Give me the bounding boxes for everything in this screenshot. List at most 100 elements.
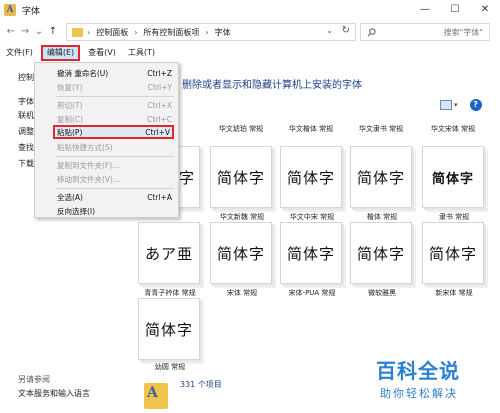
search-input[interactable]: 搜索"字体" xyxy=(360,23,490,41)
menu-item-select-all[interactable]: 全选(A) Ctrl+A xyxy=(57,190,172,204)
watermark: 百科全说 助你轻松解决 xyxy=(372,355,482,405)
font-label: 宋体-PUA 常规 xyxy=(288,289,336,297)
left-link-download[interactable]: 下载 xyxy=(18,158,34,169)
font-tile[interactable]: あア亜 xyxy=(138,222,200,284)
menu-view[interactable]: 查看(V) xyxy=(84,45,120,61)
menu-file[interactable]: 文件(F) xyxy=(2,45,37,61)
font-label: 微软雅黑 xyxy=(368,289,396,297)
menu-bar: 文件(F) 编辑(E) 查看(V) 工具(T) xyxy=(0,44,500,62)
menu-item-undo[interactable]: 撤消 重命名(U) Ctrl+Z xyxy=(57,66,172,80)
folder-icon xyxy=(72,27,83,37)
font-label: 华文宋体 常规 xyxy=(430,125,476,133)
font-tile[interactable]: 简体字 xyxy=(422,222,484,284)
search-placeholder: 搜索"字体" xyxy=(443,27,483,37)
menu-item-label: 反向选择(I) xyxy=(57,206,96,216)
close-button[interactable]: ✕ xyxy=(470,0,500,20)
menu-item-label: 移动到文件夹(V)... xyxy=(57,174,121,184)
search-icon xyxy=(367,27,376,36)
left-link-online[interactable]: 联机 xyxy=(18,110,34,121)
breadcrumb-fonts[interactable]: 字体 xyxy=(215,27,231,38)
font-sample: 字 xyxy=(178,168,195,187)
font-label: 华文中宋 常规 xyxy=(289,213,335,221)
font-label: 青青子衿体 常规 xyxy=(144,289,196,297)
menu-item-paste-shortcut[interactable]: 粘贴快捷方式(S) xyxy=(57,140,172,154)
menu-item-shortcut: Ctrl+Z xyxy=(147,68,172,78)
chevron-down-icon[interactable]: ⌄ xyxy=(326,26,333,35)
menu-item-copy-to-folder[interactable]: 复制到文件夹(F)... xyxy=(57,158,172,172)
font-tile[interactable]: 简体字 xyxy=(210,222,272,284)
maximize-button[interactable]: ☐ xyxy=(440,0,470,20)
breadcrumb-all-items[interactable]: 所有控制面板项 xyxy=(143,27,199,38)
menu-item-label: 剪切(T) xyxy=(57,100,83,110)
window-title: 字体 xyxy=(22,6,41,17)
watermark-title: 百科全说 xyxy=(376,359,460,383)
menu-item-copy[interactable]: 复制(C) Ctrl+C xyxy=(57,112,172,126)
watermark-subtitle: 助你轻松解决 xyxy=(380,387,458,400)
chevron-down-icon[interactable]: ▾ xyxy=(454,101,458,109)
left-link-find[interactable]: 查找 xyxy=(18,142,34,153)
font-grid: 华文琥珀 常规 华文楷体 常规 华文隶书 常规 华文宋体 常规 字 简体字 简体… xyxy=(138,118,498,373)
help-icon[interactable]: ? xyxy=(469,99,482,111)
address-bar[interactable]: › 控制面板 › 所有控制面板项 › 字体 ⌄ ↻ xyxy=(66,23,356,41)
menu-item-label: 粘贴(P) xyxy=(57,127,83,137)
breadcrumb-separator: › xyxy=(134,27,138,37)
menu-item-paste[interactable]: 粘贴(P) Ctrl+V xyxy=(53,125,174,139)
view-mode-icon[interactable] xyxy=(440,100,452,110)
page-title: 删除或者显示和隐藏计算机上安装的字体 xyxy=(182,80,362,91)
menu-divider xyxy=(55,188,174,189)
see-also-title: 另请参阅 xyxy=(18,375,50,384)
minimize-button[interactable]: — xyxy=(410,0,440,20)
menu-item-shortcut: Ctrl+X xyxy=(147,100,172,110)
font-label: 华文楷体 常规 xyxy=(288,125,334,133)
menu-item-label: 恢复(Y) xyxy=(57,82,83,92)
font-label: 幼圆 常规 xyxy=(154,363,186,371)
menu-item-label: 粘贴快捷方式(S) xyxy=(57,142,113,152)
menu-item-invert-selection[interactable]: 反向选择(I) xyxy=(57,204,172,218)
menu-edit[interactable]: 编辑(E) xyxy=(40,45,81,61)
menu-item-label: 全选(A) xyxy=(57,192,83,202)
navigation-row: ← → ⌄ ↑ › 控制面板 › 所有控制面板项 › 字体 ⌄ ↻ 搜索"字体" xyxy=(0,20,500,44)
menu-divider xyxy=(55,156,174,157)
window-controls: — ☐ ✕ xyxy=(410,0,500,20)
font-tile[interactable]: 简体字 xyxy=(350,222,412,284)
font-tile[interactable]: 简体字 xyxy=(280,146,342,208)
menu-item-redo[interactable]: 恢复(Y) Ctrl+Y xyxy=(57,80,172,94)
menu-item-label: 复制到文件夹(F)... xyxy=(57,160,120,170)
font-label: 楷体 常规 xyxy=(366,213,398,221)
menu-divider xyxy=(55,96,174,97)
left-link-adjust[interactable]: 调整 xyxy=(18,126,34,137)
text-services-link[interactable]: 文本服务和输入语言 xyxy=(18,388,90,399)
font-label: 新宋体 常规 xyxy=(435,289,473,297)
back-arrow-icon[interactable]: ← xyxy=(4,24,18,40)
font-tile[interactable]: 简体字 xyxy=(138,298,200,360)
up-arrow-icon[interactable]: ↑ xyxy=(46,24,60,40)
item-count: 331 个项目 xyxy=(180,380,222,389)
menu-item-shortcut: Ctrl+C xyxy=(147,114,172,124)
menu-item-label: 复制(C) xyxy=(57,114,84,124)
breadcrumb-separator: › xyxy=(87,27,91,37)
menu-tools[interactable]: 工具(T) xyxy=(124,45,159,61)
title-bar: A 字体 — ☐ ✕ xyxy=(0,0,500,20)
font-label: 宋体 常规 xyxy=(226,289,258,297)
left-link-control[interactable]: 控制 xyxy=(18,72,34,83)
menu-item-cut[interactable]: 剪切(T) Ctrl+X xyxy=(57,98,172,112)
breadcrumb-separator: › xyxy=(205,27,209,37)
font-label: 华文新魏 常规 xyxy=(219,213,265,221)
menu-item-move-to-folder[interactable]: 移动到文件夹(V)... xyxy=(57,172,172,186)
view-controls: ▾ ? xyxy=(440,99,482,111)
recent-locations-icon[interactable]: ⌄ xyxy=(32,24,46,40)
forward-arrow-icon[interactable]: → xyxy=(18,24,32,40)
font-tile[interactable]: 简体字 xyxy=(210,146,272,208)
font-tile[interactable]: 简体字 xyxy=(422,146,484,208)
menu-item-shortcut: Ctrl+A xyxy=(147,192,172,202)
left-link-fonts[interactable]: 字体 xyxy=(18,96,34,107)
menu-item-shortcut: Ctrl+Y xyxy=(147,82,172,92)
font-folder-icon: A xyxy=(4,4,16,16)
breadcrumb-control-panel[interactable]: 控制面板 xyxy=(96,27,128,38)
font-tile[interactable]: 简体字 xyxy=(350,146,412,208)
refresh-icon[interactable]: ↻ xyxy=(342,25,350,36)
menu-item-label: 撤消 重命名(U) xyxy=(57,68,109,78)
font-tile[interactable]: 简体字 xyxy=(280,222,342,284)
menu-item-shortcut: Ctrl+V xyxy=(145,127,170,137)
edit-menu: 撤消 重命名(U) Ctrl+Z 恢复(Y) Ctrl+Y 剪切(T) Ctrl+X … xyxy=(34,62,179,218)
